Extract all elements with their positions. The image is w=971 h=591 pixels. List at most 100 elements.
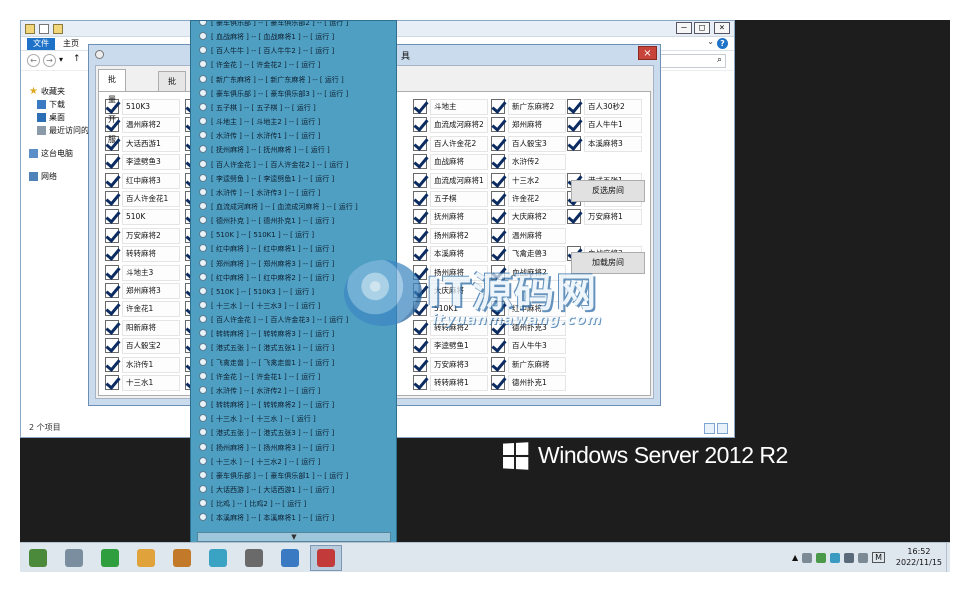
dropdown-item[interactable]: [ 港式五张 ] -- [ 港式五张3 ] -- [ 运行 ] (199, 426, 334, 440)
dropdown-item[interactable]: [ 转转麻将 ] -- [ 转转麻将3 ] -- [ 运行 ] (199, 327, 334, 341)
room-checkbox-item[interactable]: 扬州麻将2 (413, 227, 493, 245)
room-checkbox-item[interactable]: 万安麻将3 (413, 356, 493, 374)
checkbox-checked[interactable] (413, 209, 427, 225)
dropdown-item[interactable]: [ 德州扑克 ] -- [ 德州扑克1 ] -- [ 运行 ] (199, 214, 334, 228)
checkbox-checked[interactable] (491, 375, 505, 390)
room-checkbox-item[interactable]: 温州麻将2 (105, 116, 185, 134)
dropdown-item[interactable]: [ 豪车俱乐部 ] -- [ 豪车俱乐部1 ] -- [ 运行 ] (199, 469, 348, 483)
room-checkbox-item[interactable]: 百人骰宝2 (105, 337, 185, 355)
checkbox-checked[interactable] (567, 99, 581, 114)
room-checkbox-item[interactable]: 五子棋 (413, 190, 493, 208)
dropdown-item[interactable]: [ 比鸡 ] -- [ 比鸡2 ] -- [ 运行 ] (199, 497, 306, 511)
minimize-button[interactable]: — (676, 22, 692, 34)
checkbox-checked[interactable] (491, 209, 505, 225)
ribbon-tab-file[interactable]: 文件 (27, 38, 55, 50)
dropdown-item[interactable]: [ 飞禽走兽 ] -- [ 飞禽走兽1 ] -- [ 运行 ] (199, 356, 334, 370)
checkbox-checked[interactable] (491, 135, 505, 151)
dropdown-item[interactable]: [ 许金花 ] -- [ 许金花1 ] -- [ 运行 ] (199, 370, 320, 384)
checkbox-checked[interactable] (105, 375, 119, 390)
dropdown-item[interactable]: [ 李逵劈鱼 ] -- [ 李逵劈鱼1 ] -- [ 运行 ] (199, 172, 334, 186)
dropdown-item[interactable]: [ 抚州麻将 ] -- [ 抚州麻将 ] -- [ 运行 ] (199, 143, 330, 157)
room-checkbox-item[interactable]: 百人牛牛1 (567, 116, 647, 134)
checkbox-checked[interactable] (105, 209, 119, 225)
checkbox-checked[interactable] (491, 154, 505, 170)
checkbox-checked[interactable] (413, 375, 427, 390)
room-checkbox-item[interactable]: 水浒传1 (105, 356, 185, 374)
dropdown-item[interactable]: [ 转转麻将 ] -- [ 转转麻将2 ] -- [ 运行 ] (199, 398, 334, 412)
dropdown-item[interactable]: [ 五子棋 ] -- [ 五子棋 ] -- [ 运行 ] (199, 101, 316, 115)
room-checkbox-item[interactable]: 510K (105, 208, 185, 226)
maximize-button[interactable]: □ (694, 22, 710, 34)
room-checkbox-item[interactable]: 斗地主 (413, 98, 493, 116)
tray-expand-icon[interactable]: ▲ (792, 553, 798, 562)
checkbox-checked[interactable] (413, 172, 427, 188)
dropdown-item[interactable]: [ 510K ] -- [ 510K1 ] -- [ 运行 ] (199, 228, 314, 242)
help-icon[interactable]: ? (717, 38, 728, 49)
dropdown-item[interactable]: [ 十三水 ] -- [ 十三水2 ] -- [ 运行 ] (199, 455, 320, 469)
checkbox-checked[interactable] (105, 191, 119, 206)
checkbox-checked[interactable] (491, 99, 505, 114)
taskbar-button[interactable] (58, 545, 90, 571)
checkbox-checked[interactable] (491, 356, 505, 372)
room-checkbox-item[interactable]: 温州麻将 (491, 227, 571, 245)
action-center-icon[interactable] (858, 552, 869, 563)
room-checkbox-item[interactable]: 血流成河麻将1 (413, 172, 493, 190)
dropdown-item[interactable]: [ 扬州麻将 ] -- [ 扬州麻将3 ] -- [ 运行 ] (199, 441, 334, 455)
room-checkbox-item[interactable]: 许金花1 (105, 300, 185, 318)
dropdown-item[interactable]: [ 十三水 ] -- [ 十三水3 ] -- [ 运行 ] (199, 299, 320, 313)
room-checkbox-item[interactable]: 斗地主3 (105, 264, 185, 282)
checkbox-checked[interactable] (491, 227, 505, 243)
details-view-icon[interactable] (704, 423, 715, 434)
checkbox-checked[interactable] (413, 154, 427, 170)
show-desktop-button[interactable] (946, 543, 950, 572)
dropdown-item[interactable]: [ 红中麻将 ] -- [ 红中麻将2 ] -- [ 运行 ] (199, 271, 334, 285)
dropdown-item[interactable]: [ 斗地主 ] -- [ 斗地主2 ] -- [ 运行 ] (199, 115, 320, 129)
room-checkbox-item[interactable]: 转转麻将 (105, 245, 185, 263)
clock[interactable]: 16:52 2022/11/15 (896, 546, 942, 568)
checkbox-checked[interactable] (105, 356, 119, 372)
room-checkbox-item[interactable]: 许金花2 (491, 190, 571, 208)
taskbar-button[interactable] (166, 545, 198, 571)
up-button[interactable]: ↑ (73, 54, 81, 64)
taskbar-button[interactable] (202, 545, 234, 571)
room-checkbox-item[interactable]: 血战麻将 (413, 153, 493, 171)
checkbox-checked[interactable] (567, 117, 581, 133)
folder-icon[interactable] (25, 24, 35, 34)
room-checkbox-item[interactable]: 德州扑克1 (491, 374, 571, 392)
room-checkbox-item[interactable]: 水浒传2 (491, 153, 571, 171)
dropdown-item[interactable]: [ 百人许金花 ] -- [ 百人许金花2 ] -- [ 运行 ] (199, 158, 348, 172)
volume-icon[interactable] (844, 552, 855, 563)
taskbar-button[interactable] (22, 545, 54, 571)
dropdown-item[interactable]: [ 大话西游 ] -- [ 大话西游1 ] -- [ 运行 ] (199, 483, 334, 497)
dropdown-item[interactable]: [ 红中麻将 ] -- [ 红中麻将1 ] -- [ 运行 ] (199, 242, 334, 256)
taskbar-button[interactable] (274, 545, 306, 571)
dropdown-item[interactable]: [ 百人牛牛 ] -- [ 百人牛牛2 ] -- [ 运行 ] (199, 44, 334, 58)
dropdown-item[interactable]: [ 新广东麻将 ] -- [ 新广东麻将 ] -- [ 运行 ] (199, 73, 344, 87)
recent-dropdown-icon[interactable]: ▾ (59, 55, 63, 64)
dropdown-item[interactable]: [ 豪车俱乐部 ] -- [ 豪车俱乐部2 ] -- [ 运行 ] (199, 21, 348, 30)
room-checkbox-item[interactable]: 郑州麻将 (491, 116, 571, 134)
forward-button[interactable]: → (43, 54, 56, 67)
checkbox-checked[interactable] (413, 135, 427, 151)
checkbox-checked[interactable] (105, 227, 119, 243)
dialog-close-button[interactable]: × (638, 46, 657, 60)
expand-ribbon-icon[interactable]: ⌄ (707, 37, 714, 46)
room-checkbox-item[interactable]: 红中麻将3 (105, 172, 185, 190)
dropdown-item[interactable]: [ 十三水 ] -- [ 十三水 ] -- [ 运行 ] (199, 412, 316, 426)
dropdown-item[interactable]: [ 510K ] -- [ 510K3 ] -- [ 运行 ] (199, 285, 314, 299)
room-checkbox-item[interactable]: 百人30秒2 (567, 98, 647, 116)
tab-batch-close[interactable]: 批量关 (158, 71, 186, 126)
room-checkbox-item[interactable]: 阳新麻将 (105, 319, 185, 337)
checkbox-checked[interactable] (413, 99, 427, 114)
room-checkbox-item[interactable]: 新广东麻将 (491, 356, 571, 374)
close-button[interactable]: × (714, 22, 730, 34)
dropdown-item[interactable]: [ 豪车俱乐部 ] -- [ 豪车俱乐部3 ] -- [ 运行 ] (199, 87, 348, 101)
dropdown-item[interactable]: [ 许金花 ] -- [ 许金花2 ] -- [ 运行 ] (199, 58, 320, 72)
checkbox-checked[interactable] (105, 319, 119, 335)
checkbox-checked[interactable] (491, 117, 505, 133)
room-checkbox-item[interactable]: 李逵劈鱼3 (105, 153, 185, 171)
room-checkbox-item[interactable]: 万安麻将2 (105, 227, 185, 245)
checkbox-checked[interactable] (413, 227, 427, 243)
room-checkbox-item[interactable]: 十三水1 (105, 374, 185, 392)
tab-batch-open[interactable]: 批量开服 (98, 69, 126, 144)
